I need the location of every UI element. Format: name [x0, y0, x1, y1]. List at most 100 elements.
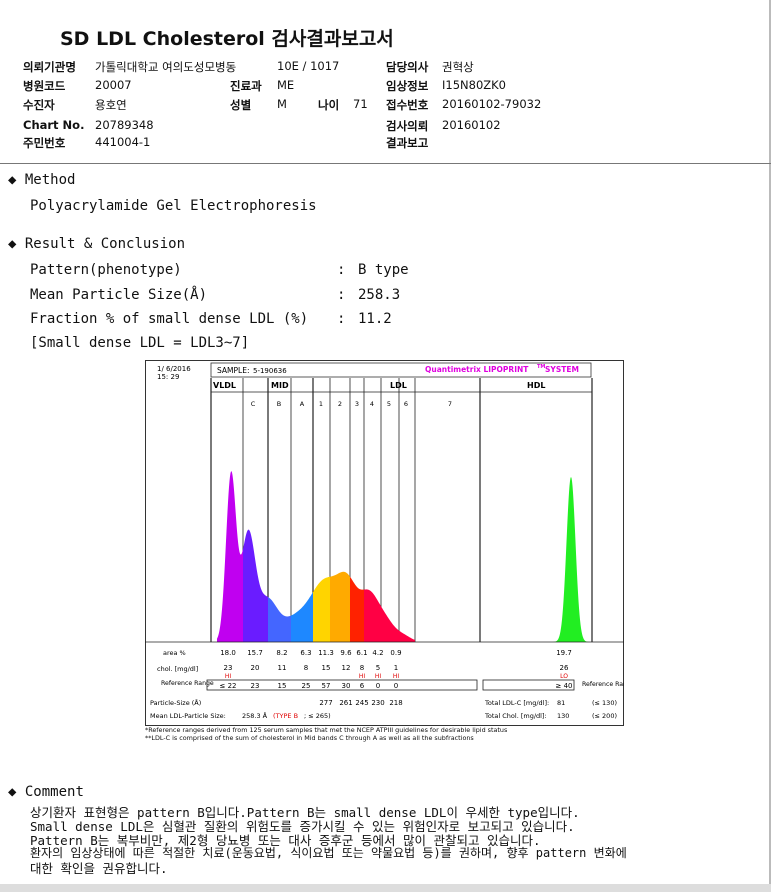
result-heading-text: Result & Conclusion [24, 236, 186, 252]
ref-value: 0 [394, 682, 398, 690]
total-ldl-label: Total LDL-C [mg/dl]: [484, 699, 549, 707]
total-chol-value: 130 [557, 712, 569, 720]
brand-suffix: SYSTEM [545, 365, 579, 374]
ward-value: 10E / 1017 [277, 59, 340, 73]
header-divider [0, 163, 771, 164]
area-value: 0.9 [390, 649, 401, 657]
total-chol-ref: (≤ 200) [592, 712, 617, 720]
size-value: 258.3 [358, 287, 401, 303]
ref-value: 23 [251, 682, 260, 690]
group-label: MID [271, 381, 289, 390]
diamond-bullet-icon: ◆ [8, 784, 17, 800]
bottom-scroll-area [0, 884, 771, 892]
doctor-label: 담당의사 [386, 60, 429, 74]
fraction-value: 11.2 [358, 311, 392, 327]
receipt-value: 20160102-79032 [442, 97, 542, 111]
comment-line: 대한 확인을 권유합니다. [30, 861, 168, 876]
group-label: VLDL [213, 381, 236, 390]
area-value: 6.3 [300, 649, 311, 657]
lipoprint-chart-svg: 1/ 6/201615: 29 SAMPLE: 5-190636 Quantimetr… [145, 360, 635, 726]
chol-flag: HI [359, 673, 366, 680]
area-value: 15.7 [247, 649, 263, 657]
department-label: 진료과 [230, 79, 262, 93]
chol-value: 1 [394, 664, 398, 672]
chart-footnote: *Reference ranges derived from 125 serum… [145, 726, 508, 734]
diamond-bullet-icon: ◆ [8, 172, 17, 188]
ref-value: ≤ 22 [220, 682, 237, 690]
mean-type: (TYPE B [273, 712, 298, 720]
age-value: 71 [353, 97, 368, 111]
group-label: HDL [527, 381, 545, 390]
chol-value: 23 [224, 664, 233, 672]
hospital-code-label: 병원코드 [23, 79, 66, 93]
result-heading: ◆ Result & Conclusion [8, 236, 185, 252]
ref-value: 0 [376, 682, 380, 690]
comment-heading-text: Comment [24, 784, 84, 800]
lipoprint-chart: 1/ 6/2016 15: 29 SAMPLE: 5-190636 Quantimetr… [145, 360, 635, 726]
pattern-label: Pattern(phenotype) [30, 262, 182, 278]
receipt-label: 접수번호 [386, 98, 429, 112]
method-heading: ◆ Method [8, 172, 75, 188]
chol-label: chol. [mg/dl] [157, 665, 198, 673]
chol-flag: LO [560, 673, 568, 680]
chol-value: 26 [560, 664, 569, 672]
chart-footnote: **LDL-C is comprised of the sum of chole… [145, 734, 474, 742]
chol-value: 5 [376, 664, 380, 672]
area-value: 8.2 [276, 649, 287, 657]
psize-label: Particle-Size (Å) [150, 698, 201, 707]
result-report-label: 결과보고 [386, 136, 429, 150]
band-label: 2 [338, 400, 342, 408]
brand-label: Quantimetrix LIPOPRINT [425, 365, 529, 374]
total-ldl-ref: (≤ 130) [592, 699, 617, 707]
area-value: 18.0 [220, 649, 236, 657]
area-label: area % [163, 649, 186, 657]
resident-value: 441004-1 [95, 135, 151, 149]
pattern-value: B type [358, 262, 409, 278]
age-label: 나이 [318, 98, 340, 112]
institution-value: 가톨릭대학교 여의도성모병동 [95, 60, 237, 74]
ref-label: Reference Range [161, 680, 214, 687]
ref-label-right: Reference Range [582, 681, 624, 688]
group-label: LDL [390, 381, 407, 390]
chol-value: 8 [360, 664, 364, 672]
chart-label: Chart No. [23, 118, 85, 132]
ref-value: 25 [302, 682, 311, 690]
band-label: 6 [404, 400, 408, 408]
chart-time: 15: 29 [157, 373, 179, 381]
clinical-info-value: I15N80ZK0 [442, 78, 506, 92]
patient-label: 수진자 [23, 98, 55, 112]
institution-label: 의뢰기관명 [23, 60, 76, 74]
mean-label: Mean LDL-Particle Size: [150, 712, 226, 720]
psize-value: 230 [371, 699, 384, 707]
ref-value: 15 [278, 682, 287, 690]
chart-frame [145, 360, 624, 726]
doctor-value: 권혁상 [442, 60, 474, 74]
hospital-code-value: 20007 [95, 78, 132, 92]
ref-value: 57 [322, 682, 331, 690]
area-value: 4.2 [372, 649, 383, 657]
psize-value: 218 [389, 699, 402, 707]
band-label: 3 [355, 400, 359, 408]
ldl2-area [330, 571, 350, 642]
mean-value: 258.3 Å [242, 711, 268, 720]
total-ldl-value: 81 [557, 699, 565, 707]
band-label: C [251, 400, 256, 408]
area-value: 9.6 [340, 649, 352, 657]
sex-label: 성별 [230, 98, 252, 112]
size-colon: : [337, 287, 346, 303]
test-request-label: 검사의뢰 [386, 119, 429, 133]
chol-value: 20 [251, 664, 260, 672]
band-label: 1 [319, 400, 323, 408]
chol-value: 8 [304, 664, 308, 672]
band-label: B [277, 400, 281, 408]
band-label: 4 [370, 400, 374, 408]
area-value: 6.1 [356, 649, 367, 657]
patient-value: 용호연 [95, 98, 127, 112]
mean-ref: ; ≤ 265) [304, 712, 331, 720]
chart-date: 1/ 6/2016 [157, 365, 191, 373]
sample-value: 5-190636 [253, 367, 287, 375]
method-text: Polyacrylamide Gel Electrophoresis [30, 198, 317, 214]
fraction-colon: : [337, 311, 346, 327]
area-value: 19.7 [556, 649, 572, 657]
chol-flag: HI [225, 673, 232, 680]
